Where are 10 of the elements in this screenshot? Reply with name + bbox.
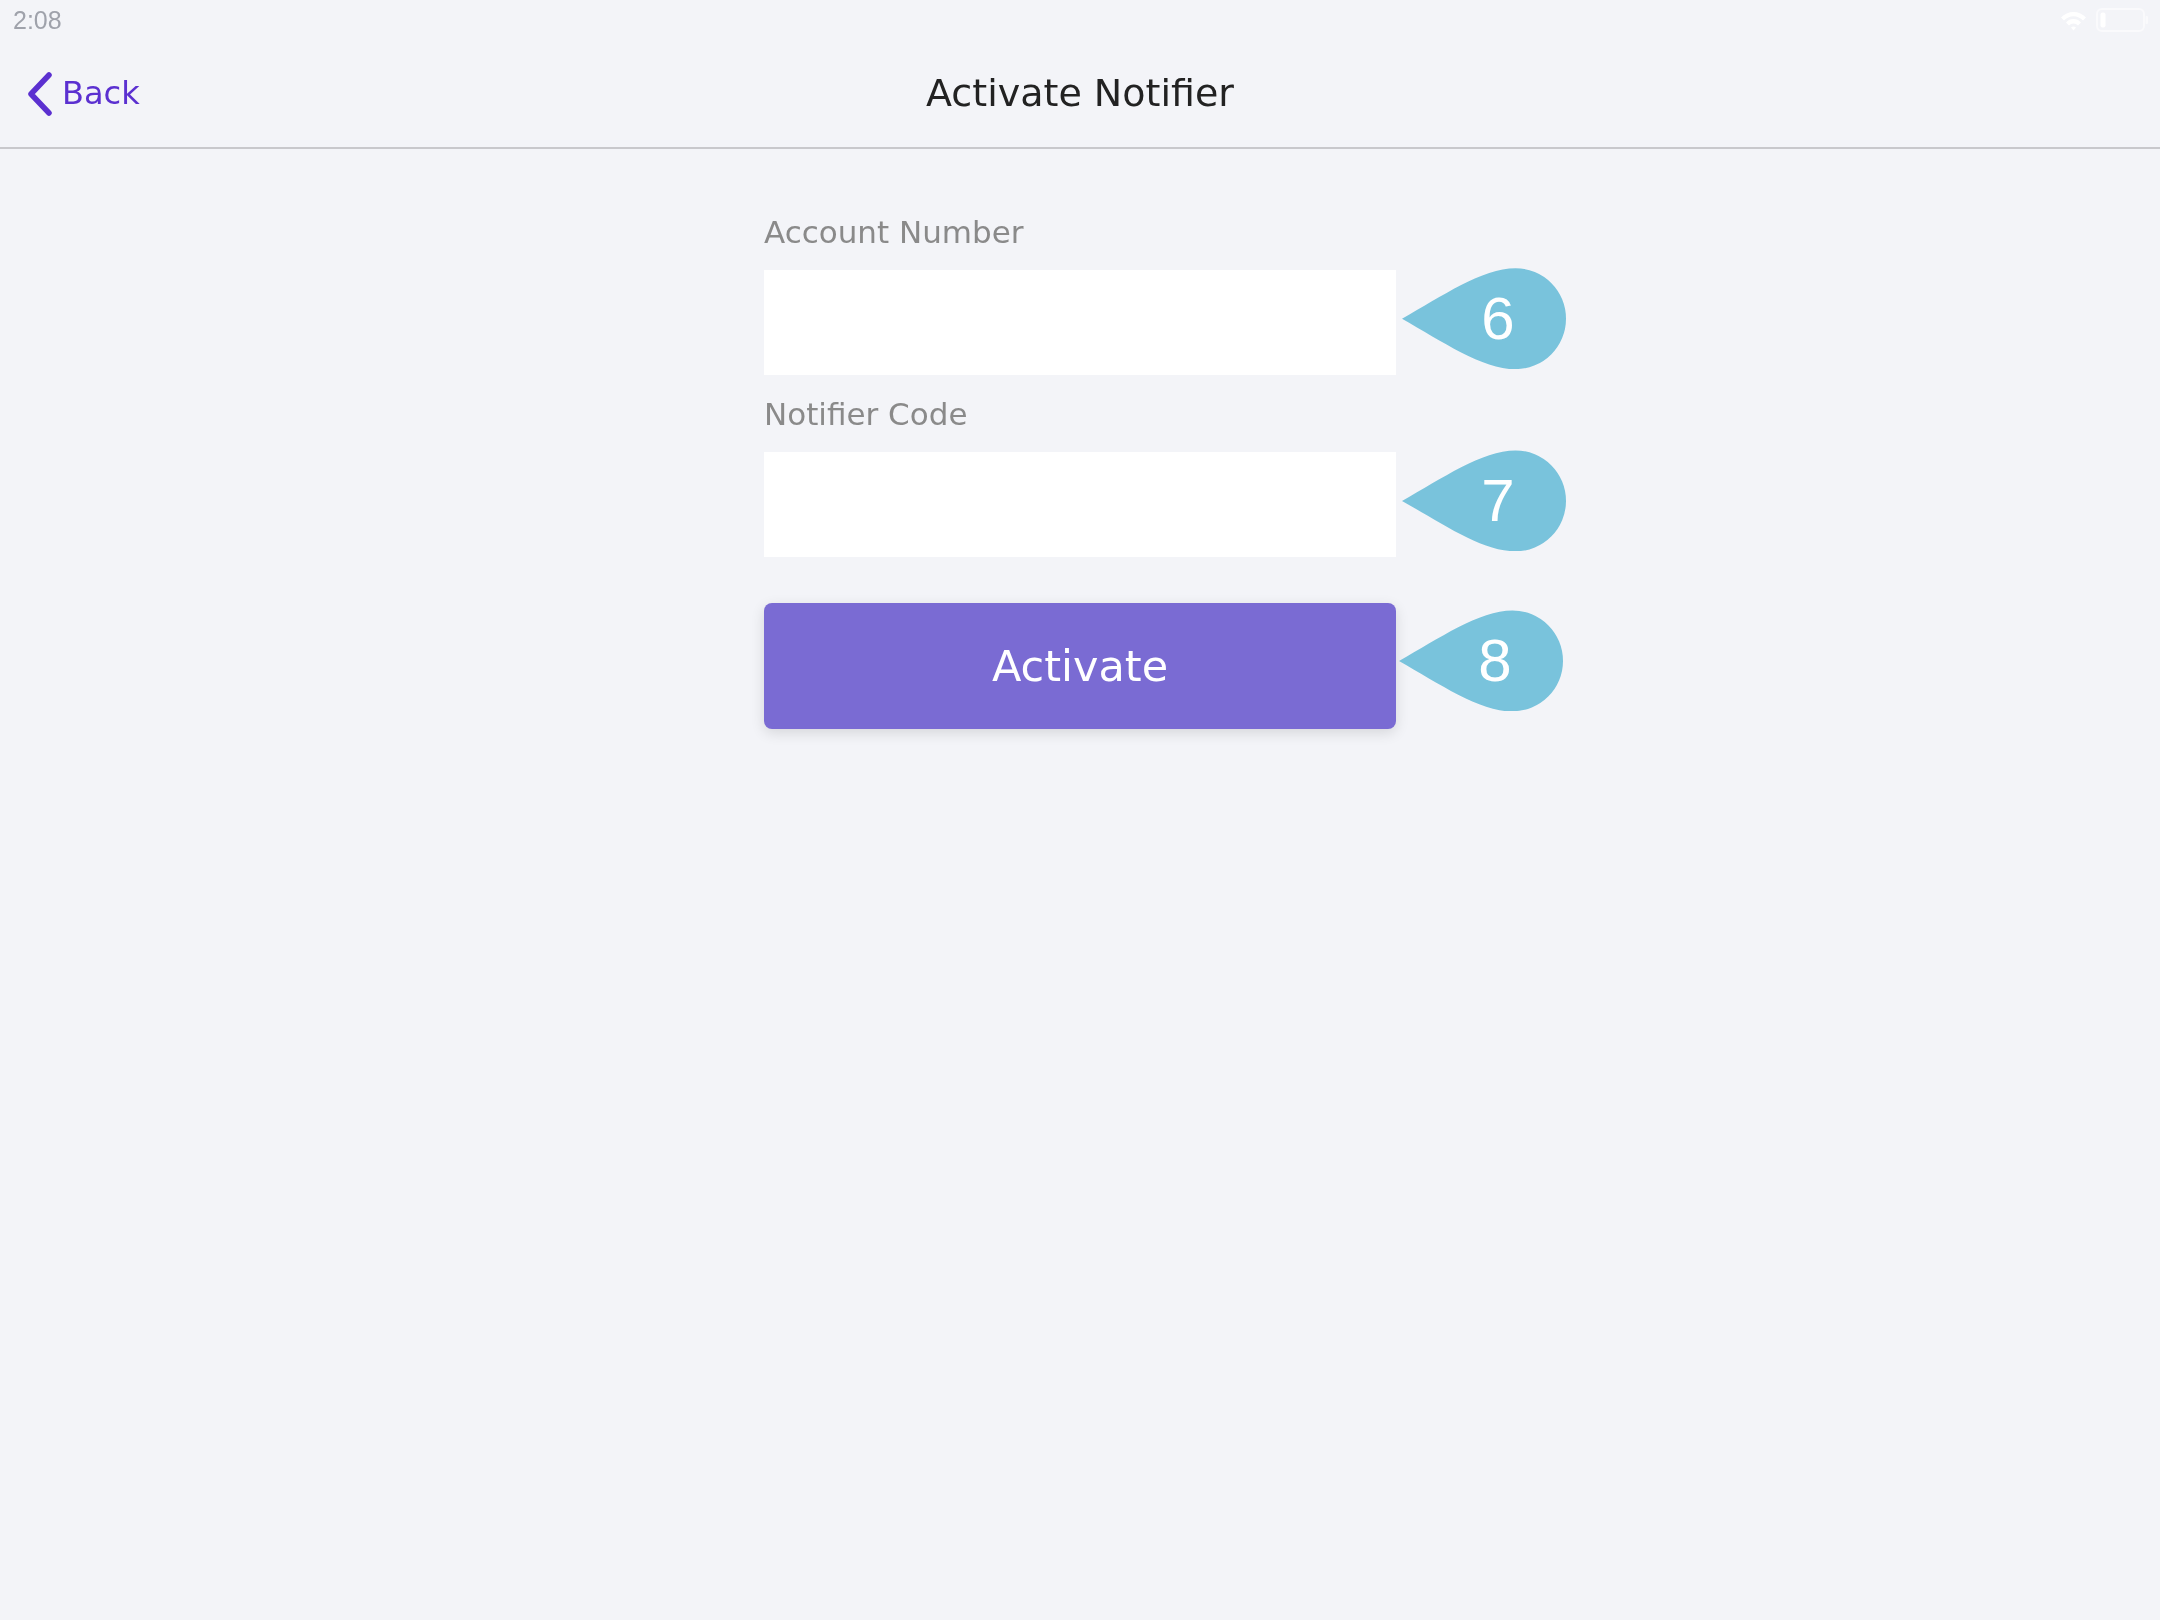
step-marker: 6 <box>1402 268 1566 370</box>
status-time: 2:08 <box>13 7 62 33</box>
step-marker: 8 <box>1399 610 1563 712</box>
field-label: Account Number <box>764 214 1025 252</box>
screen-title: Activate Notifier <box>926 70 1234 117</box>
chevron-left-icon <box>27 71 53 116</box>
step-marker: 7 <box>1402 450 1566 552</box>
back-button[interactable]: Back <box>27 71 140 116</box>
activate-button[interactable]: Activate <box>764 603 1396 730</box>
field-label: Notifier Code <box>764 396 969 434</box>
